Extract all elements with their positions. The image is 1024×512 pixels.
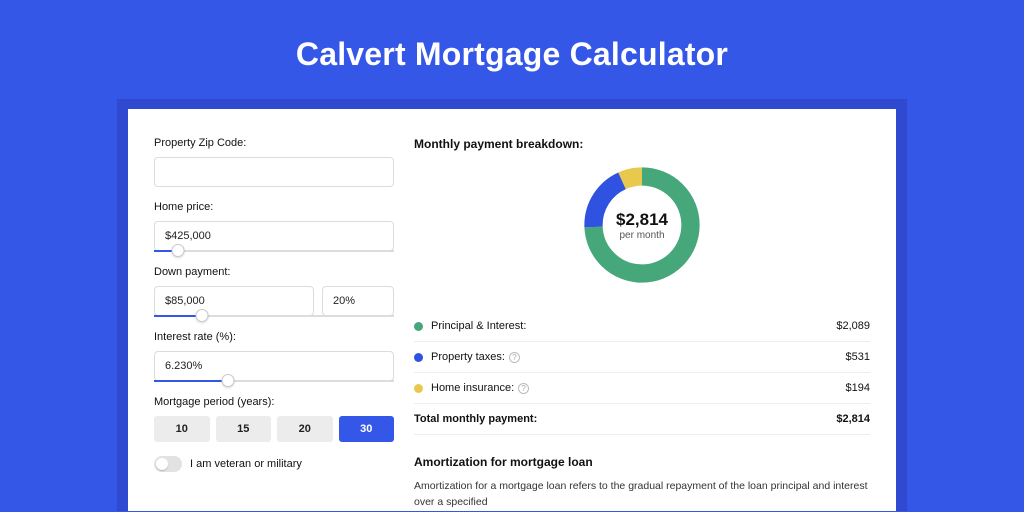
slider-thumb[interactable]	[196, 309, 209, 322]
line-amount: $531	[846, 351, 870, 363]
slider-thumb[interactable]	[172, 244, 185, 257]
down-payment-label: Down payment:	[154, 266, 394, 278]
veteran-label: I am veteran or military	[190, 458, 302, 470]
amortization-title: Amortization for mortgage loan	[414, 455, 870, 469]
zip-field: Property Zip Code:	[154, 137, 394, 187]
period-option-20[interactable]: 20	[277, 416, 333, 442]
interest-input[interactable]	[154, 351, 394, 381]
period-option-10[interactable]: 10	[154, 416, 210, 442]
card-shadow: Property Zip Code: Home price: Down paym…	[117, 99, 907, 511]
help-icon[interactable]: ?	[518, 383, 529, 394]
interest-field: Interest rate (%):	[154, 331, 394, 382]
period-options: 10 15 20 30	[154, 416, 394, 442]
amortization-section: Amortization for mortgage loan Amortizat…	[414, 455, 870, 511]
down-payment-slider[interactable]	[154, 315, 394, 317]
period-option-15[interactable]: 15	[216, 416, 272, 442]
veteran-toggle[interactable]	[154, 456, 182, 472]
home-price-field: Home price:	[154, 201, 394, 252]
donut-chart: $2,814 per month	[578, 161, 706, 289]
page-title: Calvert Mortgage Calculator	[0, 36, 1024, 73]
donut-amount: $2,814	[616, 210, 668, 230]
veteran-row: I am veteran or military	[154, 456, 394, 472]
donut-center: $2,814 per month	[578, 161, 706, 289]
zip-label: Property Zip Code:	[154, 137, 394, 149]
form-panel: Property Zip Code: Home price: Down paym…	[154, 137, 394, 511]
period-option-30[interactable]: 30	[339, 416, 395, 442]
down-payment-pct-input[interactable]	[322, 286, 394, 316]
line-taxes: Property taxes: ? $531	[414, 342, 870, 373]
line-total: Total monthly payment: $2,814	[414, 404, 870, 435]
total-label: Total monthly payment:	[414, 413, 836, 425]
dot-icon	[414, 322, 423, 331]
zip-input[interactable]	[154, 157, 394, 187]
line-amount: $2,089	[836, 320, 870, 332]
donut-chart-wrap: $2,814 per month	[414, 161, 870, 289]
line-label: Property taxes: ?	[431, 351, 846, 363]
dot-icon	[414, 353, 423, 362]
line-amount: $194	[846, 382, 870, 394]
period-label: Mortgage period (years):	[154, 396, 394, 408]
home-price-label: Home price:	[154, 201, 394, 213]
interest-label: Interest rate (%):	[154, 331, 394, 343]
interest-slider[interactable]	[154, 380, 394, 382]
breakdown-panel: Monthly payment breakdown: $2,814 per mo…	[414, 137, 870, 511]
down-payment-field: Down payment:	[154, 266, 394, 317]
line-label: Principal & Interest:	[431, 320, 836, 332]
amortization-text: Amortization for a mortgage loan refers …	[414, 479, 870, 511]
help-icon[interactable]: ?	[509, 352, 520, 363]
total-amount: $2,814	[836, 413, 870, 425]
slider-thumb[interactable]	[222, 374, 235, 387]
breakdown-title: Monthly payment breakdown:	[414, 137, 870, 151]
line-label: Home insurance: ?	[431, 382, 846, 394]
down-payment-input[interactable]	[154, 286, 314, 316]
calculator-card: Property Zip Code: Home price: Down paym…	[128, 109, 896, 511]
line-principal: Principal & Interest: $2,089	[414, 311, 870, 342]
period-field: Mortgage period (years): 10 15 20 30	[154, 396, 394, 442]
line-insurance: Home insurance: ? $194	[414, 373, 870, 404]
home-price-slider[interactable]	[154, 250, 394, 252]
home-price-input[interactable]	[154, 221, 394, 251]
dot-icon	[414, 384, 423, 393]
donut-sub: per month	[619, 230, 664, 241]
